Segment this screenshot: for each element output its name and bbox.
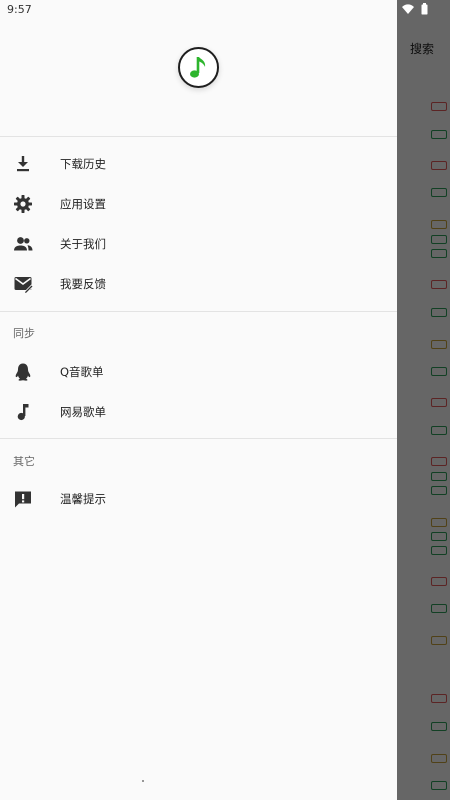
exclamation-chat-icon (15, 491, 31, 508)
wifi-icon (401, 4, 414, 14)
menu-item-label: Q音歌单 (60, 365, 104, 379)
menu-item-netease-playlist[interactable]: 网易歌单 (0, 392, 397, 432)
header-divider (0, 136, 397, 137)
section-divider (0, 311, 397, 312)
section-title-sync: 同步 (13, 327, 35, 340)
menu-item-about-us[interactable]: 关于我们 (0, 224, 397, 264)
menu-item-label: 网易歌单 (60, 405, 106, 419)
status-time: 9:57 (7, 3, 32, 16)
menu-item-label: 下载历史 (60, 157, 106, 171)
navigation-drawer: 9:57 下载历史 应用设置 关于我们 我要反馈 同步 Q音歌单 网易歌单 其它… (0, 0, 397, 800)
menu-item-feedback[interactable]: 我要反馈 (0, 264, 397, 304)
menu-item-label: 应用设置 (60, 197, 106, 211)
menu-item-label: 我要反馈 (60, 277, 106, 291)
feedback-icon (14, 277, 33, 294)
penguin-icon (15, 363, 31, 381)
menu-item-label: 关于我们 (60, 237, 106, 251)
music-note-icon (189, 56, 205, 78)
menu-item-label: 温馨提示 (60, 492, 106, 506)
menu-item-download-history[interactable]: 下载历史 (0, 144, 397, 184)
music-note-icon (17, 404, 29, 421)
menu-item-tips[interactable]: 温馨提示 (0, 479, 397, 519)
status-icons (401, 2, 429, 15)
battery-icon (421, 3, 428, 15)
gear-icon (14, 195, 32, 213)
menu-item-app-settings[interactable]: 应用设置 (0, 184, 397, 224)
bottom-dot (142, 780, 144, 782)
section-divider (0, 438, 397, 439)
menu-item-qq-playlist[interactable]: Q音歌单 (0, 352, 397, 392)
people-icon (14, 237, 33, 251)
download-icon (17, 156, 29, 172)
app-logo (178, 47, 219, 88)
section-title-other: 其它 (13, 455, 35, 468)
